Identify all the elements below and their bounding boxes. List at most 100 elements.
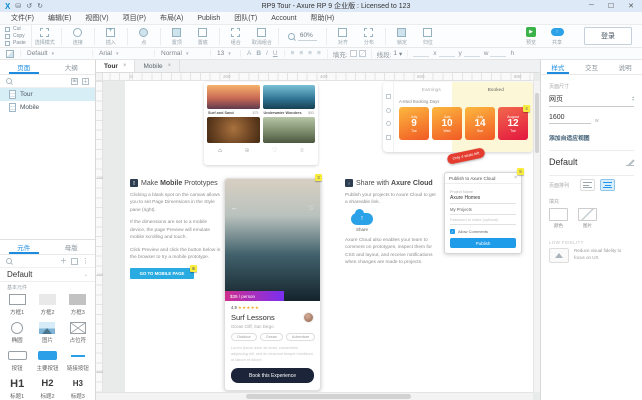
height-input[interactable] <box>490 50 506 57</box>
text-color-button[interactable]: A <box>247 50 251 57</box>
favorites-icon[interactable]: ♡ <box>272 147 277 154</box>
low-fidelity-toggle[interactable] <box>549 248 569 263</box>
widget-ellipse[interactable]: 椭圆 <box>2 320 32 344</box>
note-badge[interactable]: 6 <box>190 265 197 272</box>
insert-button[interactable]: + 插入 <box>98 27 124 46</box>
maximize-button[interactable]: ☐ <box>608 2 614 10</box>
heart-icon[interactable]: ♡ <box>309 205 314 212</box>
align-justify-button[interactable]: ≡ <box>317 50 321 57</box>
align-left-button[interactable]: ≡ <box>291 50 295 57</box>
menu-view[interactable]: 视图(V) <box>78 12 115 25</box>
tab-pages[interactable]: 页面 <box>0 60 48 74</box>
password-input[interactable]: Password to share (optional) <box>450 215 516 225</box>
page-item-mobile[interactable]: Mobile <box>0 101 95 114</box>
menu-account[interactable]: Account <box>264 12 303 25</box>
font-size-select[interactable]: 13▾ <box>210 50 240 57</box>
login-button[interactable]: 登录 <box>584 27 632 45</box>
align-right-button[interactable]: ≡ <box>308 50 312 57</box>
tab-outline[interactable]: 大纲 <box>48 60 96 74</box>
page-style-select[interactable]: Default <box>549 157 626 167</box>
align-page-left-button[interactable] <box>580 179 595 191</box>
tab-notes[interactable]: 说明 <box>608 60 642 74</box>
widget-box2[interactable]: 方框2 <box>32 292 62 316</box>
italic-button[interactable]: I <box>266 50 268 57</box>
menu-project[interactable]: 项目(P) <box>116 12 153 25</box>
menu-arrange[interactable]: 布局(A) <box>153 12 190 25</box>
tab-masters[interactable]: 母版 <box>48 240 96 254</box>
x-input[interactable] <box>413 50 429 57</box>
go-to-mobile-page-button[interactable]: GO TO MOBILE PAGE 6 <box>130 268 194 279</box>
page-width-input[interactable]: 1600 <box>549 114 591 124</box>
date-card[interactable]: July 10 Wed <box>432 107 462 140</box>
back-arrow-icon[interactable]: ← <box>231 205 238 212</box>
dialog-close-icon[interactable]: × <box>514 175 517 181</box>
publish-dialog-mockup[interactable]: Publish to Axure Cloud × Project Name Ax… <box>444 172 522 254</box>
note-badge[interactable]: 5 <box>517 168 524 175</box>
widget-primary-button[interactable]: 主要按钮 <box>32 348 62 372</box>
close-button[interactable]: ✕ <box>628 2 634 10</box>
note-badge[interactable]: 4 <box>523 105 530 112</box>
align-button[interactable]: 对齐 <box>330 27 356 46</box>
bold-button[interactable]: B <box>256 50 261 57</box>
tab-style[interactable]: 样式 <box>541 60 575 74</box>
paste-button[interactable]: Paste <box>5 40 26 46</box>
tag-pill[interactable]: Ocean <box>260 333 283 341</box>
pages-search-icon[interactable] <box>6 78 12 84</box>
widget-h3[interactable]: H3标题3 <box>63 376 93 400</box>
reset-button[interactable]: 归位 <box>415 27 441 46</box>
widget-style-select[interactable]: Default▾ <box>20 50 92 57</box>
canvas-tab-mobile[interactable]: Mobile× <box>135 60 180 72</box>
widget-box1[interactable]: 方框1 <box>2 292 32 316</box>
zoom-control[interactable]: 60% <box>282 32 323 41</box>
undo-icon[interactable]: ↺ <box>26 2 32 10</box>
copy-button[interactable]: Copy <box>5 33 26 39</box>
bring-front-button[interactable]: 置顶 <box>164 27 190 46</box>
canvas-tab-tour[interactable]: Tour× <box>96 60 135 72</box>
menu-publish[interactable]: Publish <box>190 12 227 25</box>
send-back-button[interactable]: 置底 <box>190 27 216 46</box>
cut-button[interactable]: Cut <box>5 26 26 32</box>
stepper-icon[interactable]: ▴▾ <box>632 96 634 103</box>
align-center-button[interactable]: ≡ <box>299 50 303 57</box>
width-input[interactable] <box>464 50 480 57</box>
close-tab-icon[interactable]: × <box>123 63 127 69</box>
canvas-area[interactable]: Tour× Mobile× 0 200 400 600 800 200 400 … <box>96 60 540 400</box>
scrollbar-thumb[interactable] <box>246 394 411 399</box>
publish-button[interactable]: Publish <box>450 238 516 248</box>
explore-icon[interactable]: ⊕ <box>245 147 250 154</box>
widget-button[interactable]: 按钮 <box>2 348 32 372</box>
format-painter-icon[interactable] <box>6 50 14 58</box>
date-card[interactable]: July 9 Tue <box>399 107 429 140</box>
add-library-icon[interactable]: ＋ <box>60 258 67 265</box>
note-badge[interactable]: 3 <box>315 174 322 181</box>
ungroup-button[interactable]: 取消组合 <box>249 27 275 46</box>
folder-select[interactable]: My Projects <box>450 204 516 215</box>
widget-placeholder[interactable]: 占位符 <box>63 320 93 344</box>
widget-h1[interactable]: H1标题1 <box>2 376 32 400</box>
library-folder-icon[interactable] <box>71 258 78 265</box>
menu-team[interactable]: 团队(T) <box>227 12 264 25</box>
tag-pill[interactable]: Outdoor <box>231 333 257 341</box>
horizontal-scrollbar[interactable] <box>96 392 533 400</box>
menu-icon[interactable]: ≡ <box>300 148 304 154</box>
y-input[interactable] <box>439 50 455 57</box>
save-icon[interactable]: ⛁ <box>15 2 21 10</box>
menu-edit[interactable]: 编辑(E) <box>41 12 78 25</box>
fill-color-option[interactable]: 颜色 <box>549 208 568 229</box>
menu-file[interactable]: 文件(F) <box>4 12 41 25</box>
earnings-tab[interactable]: Earnings <box>399 88 464 93</box>
add-adaptive-views-link[interactable]: 添加自适应视图 <box>549 133 634 142</box>
distribute-button[interactable]: 分布 <box>356 27 382 46</box>
redo-icon[interactable]: ↻ <box>37 2 43 10</box>
home-icon[interactable]: ⌂ <box>218 148 222 154</box>
line-width-value[interactable]: 1 <box>393 50 397 57</box>
font-family-select[interactable]: Arial▾ <box>92 50 154 57</box>
widget-h2[interactable]: H2标题2 <box>32 376 62 400</box>
booking-dashboard-mockup[interactable]: Earnings Booked A-Med Booking Days July … <box>383 82 533 152</box>
share-button[interactable]: ↑ 共享 <box>544 27 570 46</box>
page-item-tour[interactable]: Tour <box>0 88 95 101</box>
preview-button[interactable]: ▶ 预览 <box>518 27 544 46</box>
widget-link-button[interactable]: 链接按钮 <box>63 348 93 372</box>
date-card[interactable]: 4 August 12 Tue <box>498 107 528 140</box>
widget-box3[interactable]: 方框3 <box>63 292 93 316</box>
